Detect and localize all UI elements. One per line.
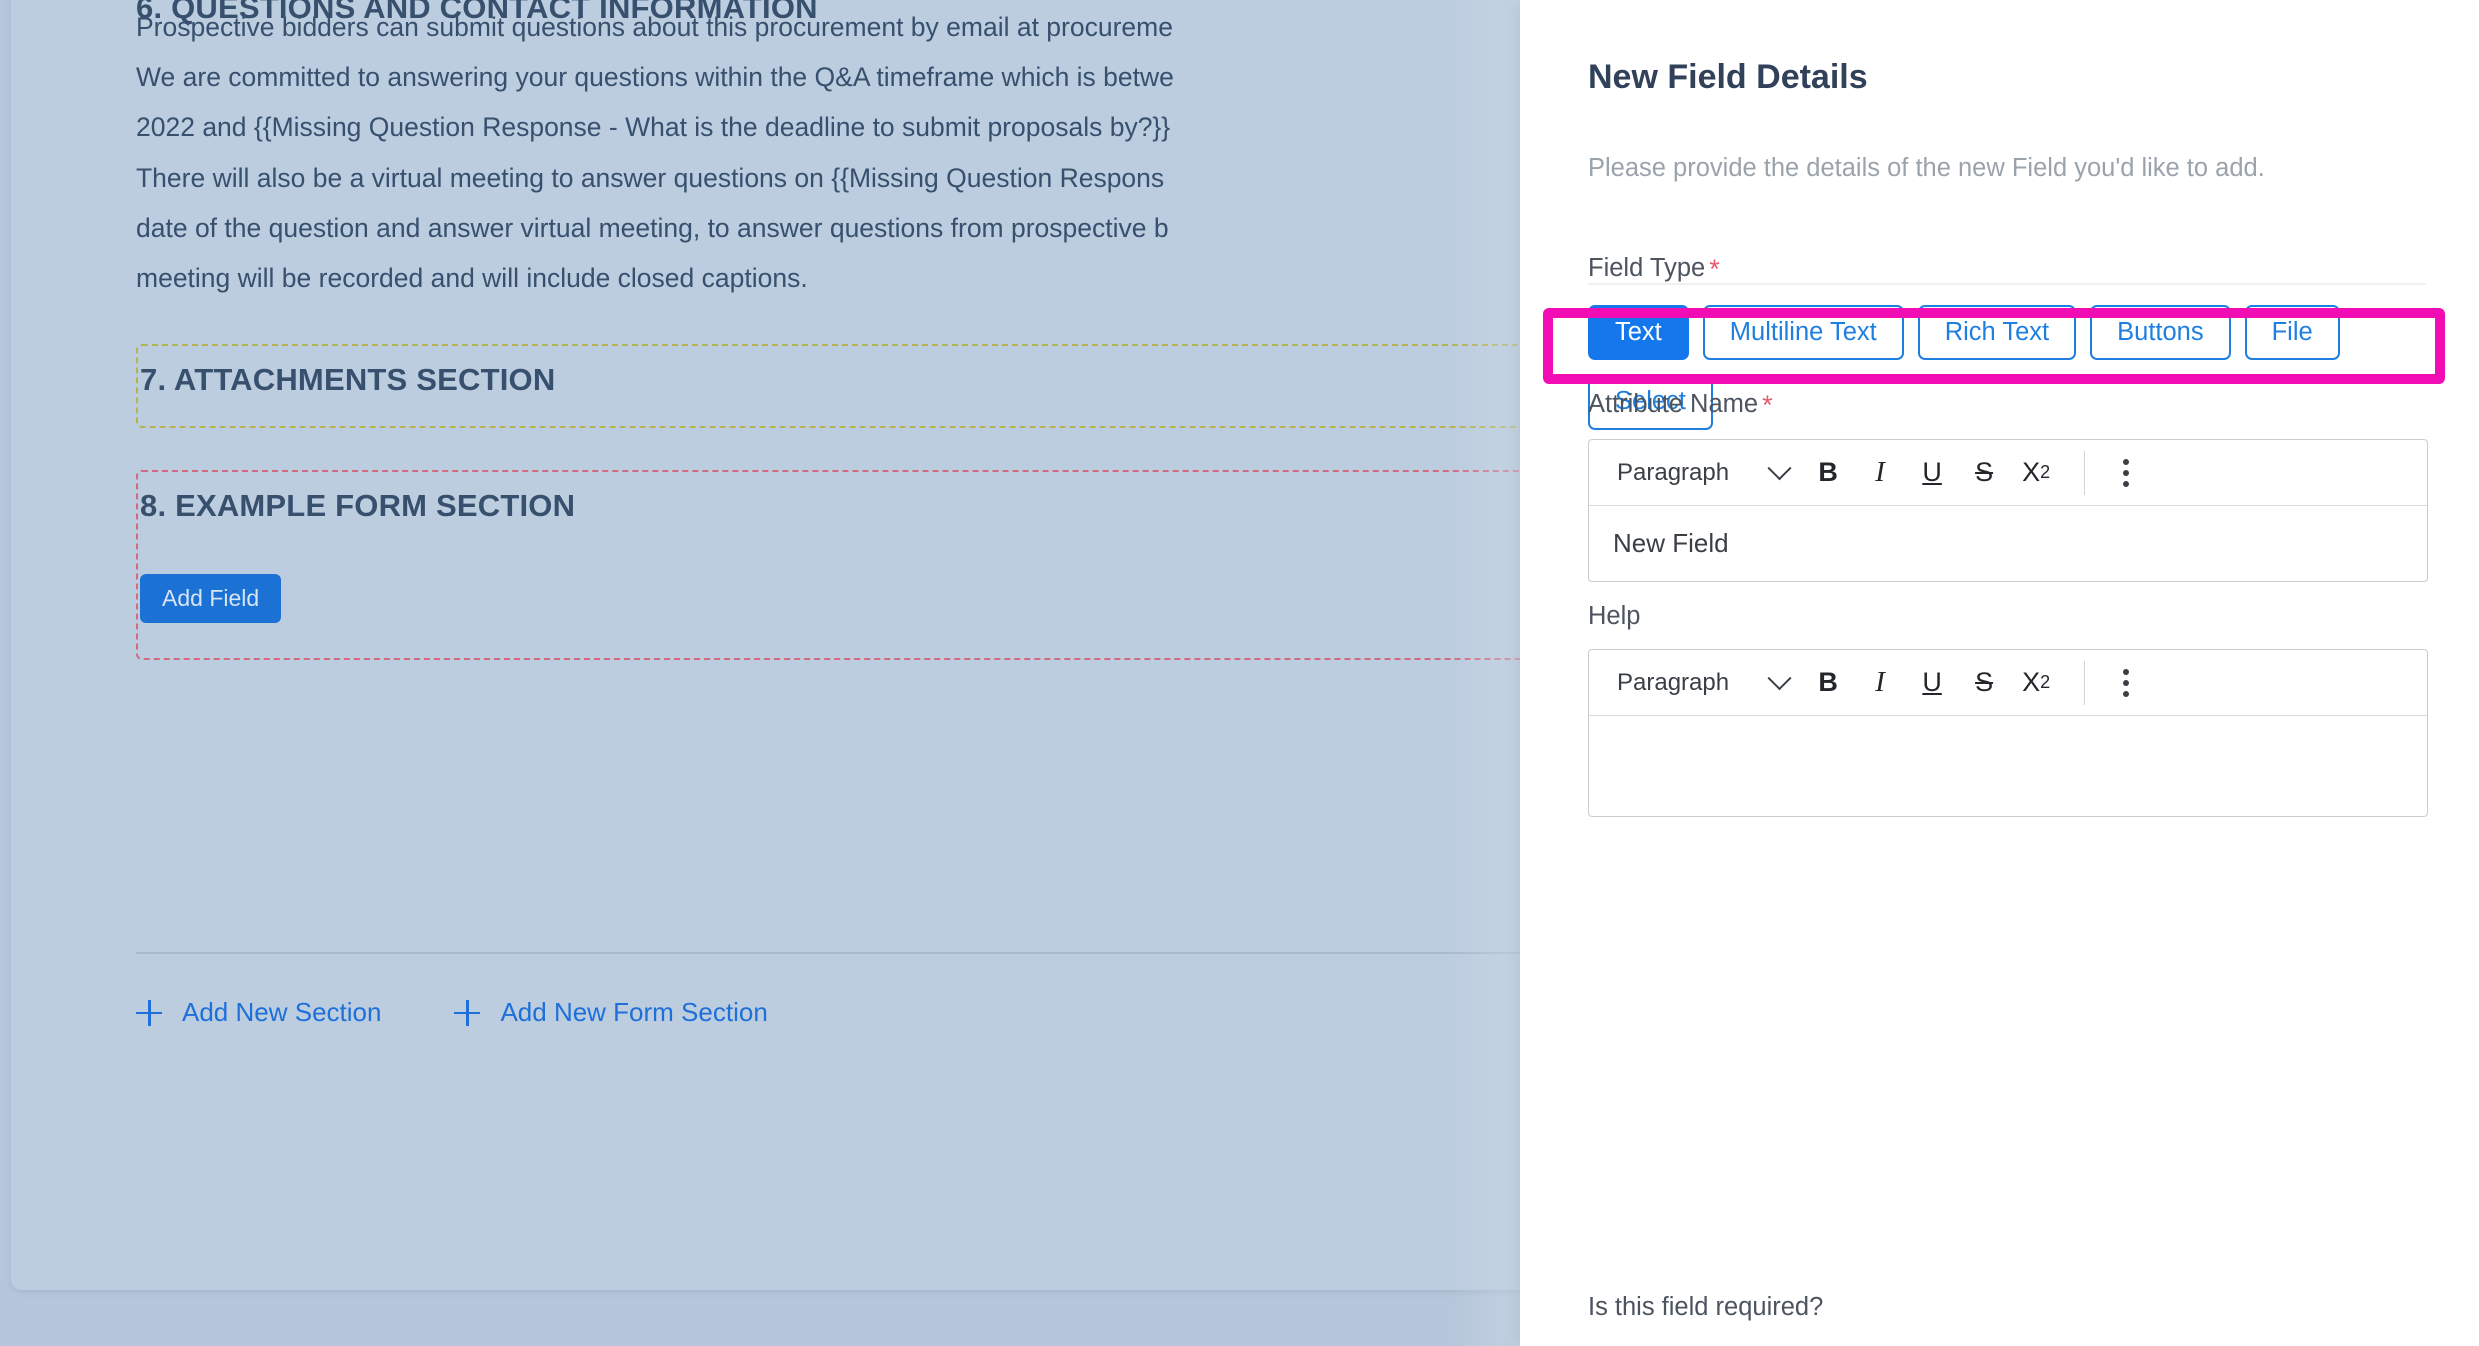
attachments-section[interactable]: 7. ATTACHMENTS SECTION bbox=[136, 344, 1520, 428]
underline-icon[interactable]: U bbox=[1906, 657, 1958, 709]
underline-icon[interactable]: U bbox=[1906, 447, 1958, 499]
dot bbox=[2123, 458, 2130, 465]
section-6-paragraph-2: There will also be a virtual meeting to … bbox=[136, 153, 1520, 303]
attribute-name-label: Attribute Name * bbox=[1588, 390, 2428, 421]
subscript-icon[interactable]: X2 bbox=[2010, 447, 2062, 499]
paragraph-line: 2022 and {{Missing Question Response - W… bbox=[136, 112, 1171, 142]
field-type-option-multiline-text[interactable]: Multiline Text bbox=[1702, 305, 1904, 361]
italic-icon[interactable]: I bbox=[1854, 657, 1906, 709]
field-type-option-rich-text[interactable]: Rich Text bbox=[1917, 305, 2077, 361]
document-card: 6. QUESTIONS AND CONTACT INFORMATION Pro… bbox=[11, 0, 1520, 1290]
field-type-label-text: Field Type bbox=[1588, 254, 1706, 282]
add-new-section-label: Add New Section bbox=[182, 997, 382, 1027]
required-asterisk: * bbox=[1762, 390, 1773, 420]
attribute-name-input[interactable]: New Field bbox=[1589, 506, 2427, 581]
drawer-subtitle: Please provide the details of the new Fi… bbox=[1588, 154, 2265, 182]
section-7-heading: 7. ATTACHMENTS SECTION bbox=[140, 362, 556, 397]
dot bbox=[2123, 469, 2130, 476]
subscript-glyph: X bbox=[2022, 667, 2041, 697]
add-section-links: Add New Section Add New Form Section bbox=[136, 997, 768, 1028]
example-form-section[interactable]: 8. EXAMPLE FORM SECTION Add Field bbox=[136, 470, 1520, 660]
dot bbox=[2123, 480, 2130, 487]
subscript-index: 2 bbox=[2040, 672, 2051, 692]
help-toolbar: Paragraph B I U S X2 bbox=[1589, 650, 2427, 716]
attribute-name-toolbar: Paragraph B I U S X2 bbox=[1589, 440, 2427, 506]
dot bbox=[2123, 690, 2130, 697]
drawer-title: New Field Details bbox=[1588, 58, 1868, 96]
add-new-form-section-label: Add New Form Section bbox=[500, 997, 768, 1027]
bold-icon[interactable]: B bbox=[1802, 447, 1854, 499]
chevron-down-icon bbox=[1767, 456, 1792, 481]
attribute-name-group: Attribute Name * Paragraph B I U S X2 New… bbox=[1588, 390, 2428, 582]
subscript-icon[interactable]: X2 bbox=[2010, 657, 2062, 709]
paragraph-style-value: Paragraph bbox=[1617, 458, 1730, 486]
more-options-icon[interactable] bbox=[2103, 447, 2149, 499]
strikethrough-icon[interactable]: S bbox=[1958, 447, 2010, 499]
attribute-name-editor: Paragraph B I U S X2 New Field bbox=[1588, 439, 2428, 582]
paragraph-line: There will also be a virtual meeting to … bbox=[136, 163, 1165, 193]
plus-icon bbox=[136, 999, 162, 1026]
chevron-down-icon bbox=[1767, 666, 1792, 691]
bold-icon[interactable]: B bbox=[1802, 657, 1854, 709]
document-content: 6. QUESTIONS AND CONTACT INFORMATION Pro… bbox=[11, 0, 1520, 1290]
paragraph-style-dropdown[interactable]: Paragraph bbox=[1603, 456, 1802, 487]
section-8-heading: 8. EXAMPLE FORM SECTION bbox=[140, 488, 576, 523]
paragraph-style-dropdown[interactable]: Paragraph bbox=[1603, 666, 1802, 697]
help-editor: Paragraph B I U S X2 bbox=[1588, 649, 2428, 817]
field-type-option-text[interactable]: Text bbox=[1588, 305, 1689, 361]
help-group: Help Paragraph B I U S X2 bbox=[1588, 602, 2428, 817]
dot bbox=[2123, 679, 2130, 686]
paragraph-line: meeting will be recorded and will includ… bbox=[136, 263, 808, 293]
strikethrough-icon[interactable]: S bbox=[1958, 657, 2010, 709]
plus-icon bbox=[454, 999, 481, 1026]
subscript-glyph: X bbox=[2022, 457, 2041, 487]
modal-backdrop: 6. QUESTIONS AND CONTACT INFORMATION Pro… bbox=[0, 0, 1520, 1346]
attribute-name-label-text: Attribute Name bbox=[1588, 390, 1759, 418]
paragraph-line: Prospective bidders can submit questions… bbox=[136, 12, 1173, 42]
add-field-button[interactable]: Add Field bbox=[140, 574, 282, 623]
dot bbox=[2123, 668, 2130, 675]
field-type-label: Field Type * bbox=[1588, 254, 2428, 285]
help-input[interactable] bbox=[1589, 716, 2427, 816]
paragraph-line: We are committed to answering your quest… bbox=[136, 62, 1174, 92]
required-asterisk: * bbox=[1709, 254, 1720, 284]
help-label: Help bbox=[1588, 602, 1641, 630]
new-field-details-drawer: New Field Details Please provide the det… bbox=[1520, 0, 2479, 1346]
field-type-option-buttons[interactable]: Buttons bbox=[2090, 305, 2231, 361]
toolbar-divider bbox=[2084, 660, 2086, 705]
add-new-form-section-link[interactable]: Add New Form Section bbox=[454, 997, 768, 1028]
subscript-index: 2 bbox=[2040, 462, 2051, 482]
more-options-icon[interactable] bbox=[2103, 657, 2149, 709]
add-new-section-link[interactable]: Add New Section bbox=[136, 997, 381, 1028]
field-required-question: Is this field required? bbox=[1588, 1293, 1824, 1321]
paragraph-line: date of the question and answer virtual … bbox=[136, 213, 1169, 243]
section-6-paragraph-1: Prospective bidders can submit questions… bbox=[136, 2, 1520, 152]
paragraph-style-value: Paragraph bbox=[1617, 668, 1730, 696]
toolbar-divider bbox=[2084, 450, 2086, 495]
section-divider bbox=[136, 952, 1520, 954]
field-type-option-file[interactable]: File bbox=[2244, 305, 2340, 361]
italic-icon[interactable]: I bbox=[1854, 447, 1906, 499]
